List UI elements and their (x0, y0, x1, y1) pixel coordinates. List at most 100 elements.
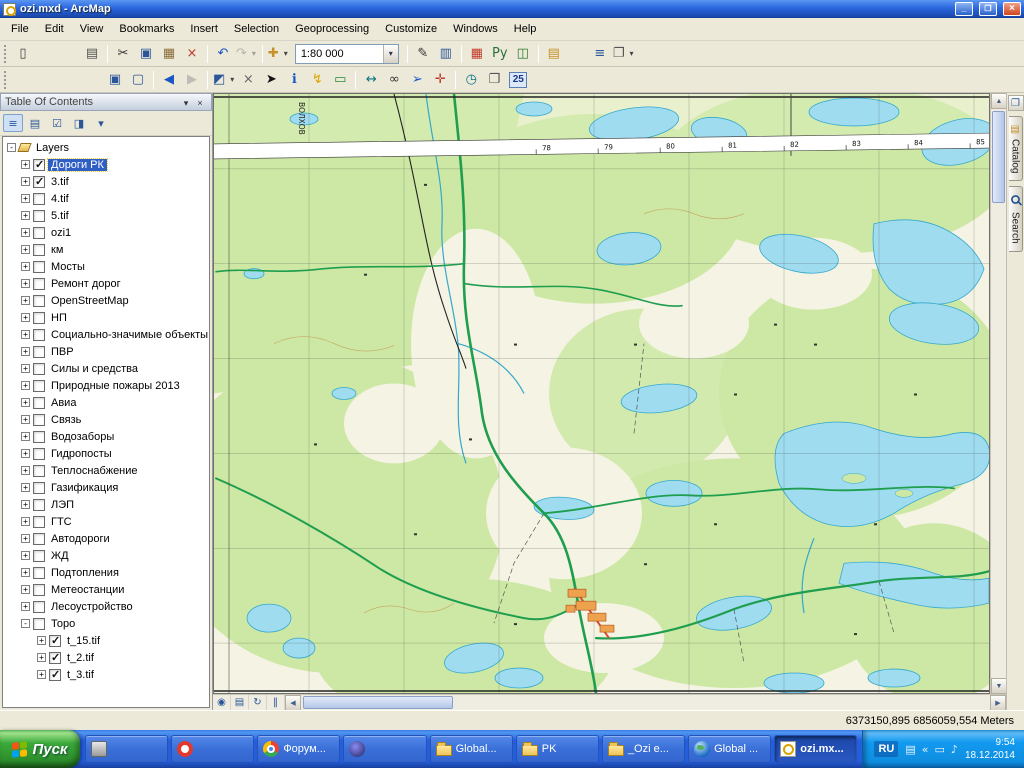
printer-tray-icon[interactable]: ▤ (905, 743, 915, 756)
layer-visibility-checkbox[interactable] (33, 312, 45, 324)
copy-icon[interactable]: ▣ (135, 44, 157, 64)
layer-item[interactable]: + OpenStreetMap (3, 292, 209, 309)
scroll-left-icon[interactable]: ◀ (285, 695, 301, 711)
layer-visibility-checkbox[interactable] (33, 516, 45, 528)
task-button[interactable]: _Ozi e... (602, 735, 685, 763)
layer-item[interactable]: + Связь (3, 411, 209, 428)
map-horizontal-scrollbar[interactable]: ◉ ▤ ↻ ‖ ◀ (213, 694, 1006, 710)
open-folder-icon[interactable] (35, 44, 57, 64)
layer-visibility-checkbox[interactable] (33, 601, 45, 613)
map-vertical-scrollbar[interactable]: ▲ ▼ (990, 93, 1006, 694)
layer-item[interactable]: + Водозаборы (3, 428, 209, 445)
layer-visibility-checkbox[interactable] (33, 363, 45, 375)
layer-visibility-checkbox[interactable] (33, 414, 45, 426)
layer-item[interactable]: + Лесоустройство (3, 598, 209, 615)
vertical-scroll-thumb[interactable] (992, 111, 1005, 203)
menu-item[interactable]: File (3, 20, 37, 38)
fixed-zoom-out-icon[interactable]: ▢ (127, 70, 149, 90)
catalog-tab[interactable]: ▤ Catalog (1009, 116, 1023, 181)
hidden-icons-chevron[interactable]: « (922, 743, 929, 756)
menu-item[interactable]: Windows (445, 20, 506, 38)
horizontal-scroll-thumb[interactable] (303, 696, 453, 709)
layer-item[interactable]: + Авиа (3, 394, 209, 411)
viewer-window-icon[interactable]: ❐ (483, 70, 505, 90)
expand-icon[interactable]: + (21, 194, 30, 203)
list-by-visibility-icon[interactable]: ☑ (47, 114, 67, 132)
layer-visibility-checkbox[interactable] (33, 193, 45, 205)
layer-item[interactable]: + Газификация (3, 479, 209, 496)
task-button[interactable] (343, 735, 426, 763)
expand-icon[interactable]: - (21, 619, 30, 628)
clear-selection-icon[interactable]: × (237, 70, 259, 90)
layer-visibility-checkbox[interactable] (33, 618, 45, 630)
fixed-zoom-in-icon[interactable]: ▣ (104, 70, 126, 90)
layer-visibility-checkbox[interactable] (33, 278, 45, 290)
expand-icon[interactable]: + (37, 653, 46, 662)
print-icon[interactable]: ▤ (81, 44, 103, 64)
layer-visibility-checkbox[interactable] (33, 295, 45, 307)
expand-icon[interactable]: + (21, 449, 30, 458)
editor-toolbar-icon[interactable]: ✎ (412, 44, 434, 64)
expand-icon[interactable]: + (21, 228, 30, 237)
layers-root-item[interactable]: - Layers (3, 139, 209, 156)
dock-window-icon[interactable]: ❐ (1008, 95, 1024, 111)
layer-item[interactable]: + ЛЭП (3, 496, 209, 513)
menu-item[interactable]: Bookmarks (111, 20, 182, 38)
maximize-button[interactable] (979, 2, 997, 16)
layer-item[interactable]: + Социально-значимые объекты (3, 326, 209, 343)
refresh-view-button[interactable]: ↻ (249, 695, 267, 711)
search-window-icon[interactable] (566, 44, 588, 64)
scale-dropdown-arrow[interactable] (383, 45, 398, 63)
toc-window-icon[interactable]: ≡ (589, 44, 611, 64)
layer-item[interactable]: + км (3, 241, 209, 258)
layer-visibility-checkbox[interactable] (33, 210, 45, 222)
expand-icon[interactable]: + (37, 670, 46, 679)
menu-item[interactable]: Customize (377, 20, 445, 38)
layer-item[interactable]: + 3.tif (3, 173, 209, 190)
forward-extent-icon[interactable]: ▶ (181, 70, 203, 90)
task-button[interactable]: Global... (430, 735, 513, 763)
identify-icon[interactable]: ℹ (283, 70, 305, 90)
new-document-icon[interactable]: ▯ (12, 44, 34, 64)
expand-icon[interactable]: + (21, 211, 30, 220)
layer-visibility-checkbox[interactable] (33, 261, 45, 273)
task-button[interactable] (171, 735, 254, 763)
layer-visibility-checkbox[interactable] (33, 346, 45, 358)
layer-item[interactable]: + 5.tif (3, 207, 209, 224)
layer-item[interactable]: + ЖД (3, 547, 209, 564)
list-by-drawing-order-icon[interactable]: ≡ (3, 114, 23, 132)
layer-visibility-checkbox[interactable] (49, 652, 61, 664)
go-to-xy-icon[interactable]: ✛ (429, 70, 451, 90)
layer-item[interactable]: + ГТС (3, 513, 209, 530)
task-button[interactable]: PK (516, 735, 599, 763)
select-features-icon[interactable]: ◩ (212, 70, 236, 90)
expand-icon[interactable]: - (7, 143, 16, 152)
paste-icon[interactable]: ▦ (158, 44, 180, 64)
expand-icon[interactable]: + (21, 296, 30, 305)
full-extent-icon[interactable] (81, 70, 103, 90)
add-data-icon[interactable]: ✚ (267, 44, 290, 64)
layer-item[interactable]: + Мосты (3, 258, 209, 275)
layer-item[interactable]: + t_15.tif (3, 632, 209, 649)
map-scale-combo[interactable]: 1:80 000 (295, 44, 399, 64)
expand-icon[interactable]: + (21, 585, 30, 594)
minimize-button[interactable] (955, 2, 973, 16)
task-button[interactable]: ozi.mx... (774, 735, 857, 763)
python-window-icon[interactable]: Py (489, 44, 511, 64)
expand-icon[interactable]: + (21, 330, 30, 339)
layer-visibility-checkbox[interactable] (33, 550, 45, 562)
menu-item[interactable]: Help (506, 20, 545, 38)
expand-icon[interactable]: + (21, 245, 30, 254)
title-bar[interactable]: ozi.mxd - ArcMap (0, 0, 1024, 18)
layer-item[interactable]: + Автодороги (3, 530, 209, 547)
expand-icon[interactable]: + (21, 364, 30, 373)
expand-icon[interactable]: + (21, 483, 30, 492)
list-by-selection-icon[interactable]: ◨ (69, 114, 89, 132)
undo-icon[interactable]: ↶ (212, 44, 234, 64)
measure-icon[interactable]: ↔ (360, 70, 382, 90)
layer-visibility-checkbox[interactable] (33, 482, 45, 494)
layer-visibility-checkbox[interactable] (33, 176, 45, 188)
layer-visibility-checkbox[interactable] (33, 397, 45, 409)
toc-header[interactable]: Table Of Contents ▾ × (0, 93, 212, 111)
expand-icon[interactable]: + (21, 347, 30, 356)
